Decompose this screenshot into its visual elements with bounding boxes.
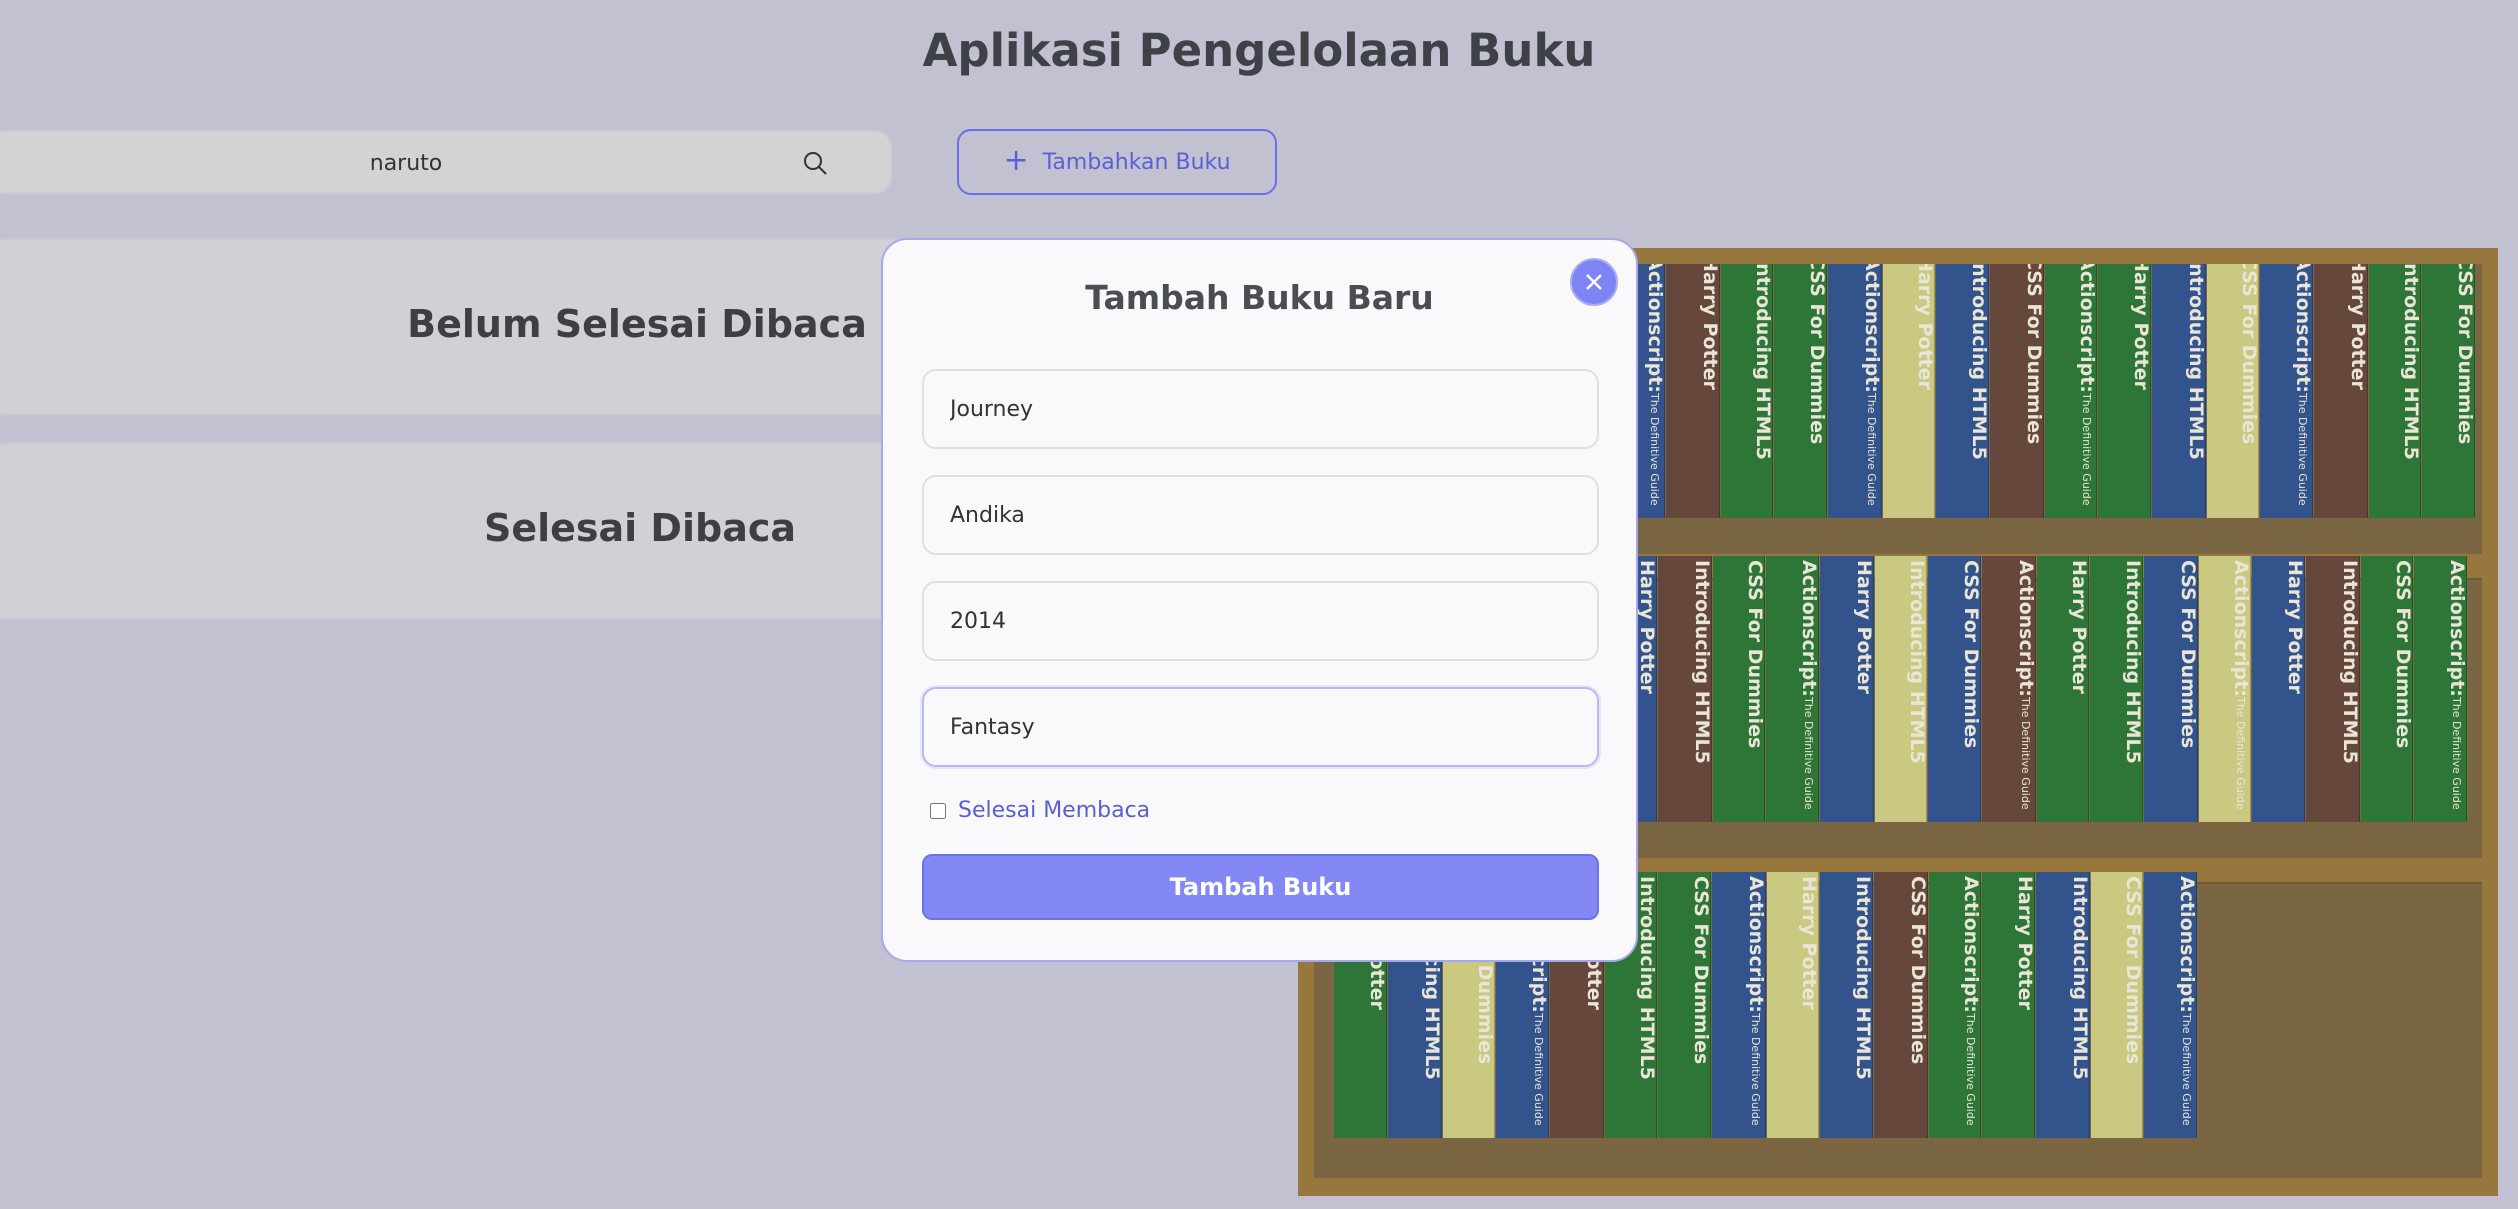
book-spine: CSS For Dummies (2144, 556, 2198, 822)
app-title: Aplikasi Pengelolaan Buku (922, 24, 1596, 77)
book-spine: Introducing HTML5 (1936, 264, 1989, 518)
finished-reading-checkbox[interactable] (930, 802, 946, 819)
modal-title: Tambah Buku Baru (1085, 278, 1434, 317)
book-spine: Introducing HTML5 (1820, 872, 1873, 1138)
search-bar (0, 130, 892, 194)
book-spine: CSS For Dummies (2422, 264, 2475, 518)
book-spine: Harry Potter (2314, 264, 2368, 518)
search-input[interactable] (4, 132, 808, 194)
plus-icon: + (1003, 142, 1029, 178)
book-spine: Actionscript:The Definitive Guide (2260, 264, 2313, 518)
book-spine: CSS For Dummies (1928, 556, 1981, 822)
book-spine: Harry Potter (1982, 872, 2035, 1138)
close-button[interactable] (1570, 258, 1618, 306)
book-spine: CSS For Dummies (2207, 264, 2259, 518)
title-input[interactable] (922, 369, 1599, 449)
finished-reading-label: Selesai Membaca (958, 798, 1151, 823)
add-book-button[interactable]: + Tambahkan Buku (957, 129, 1277, 195)
add-book-label: Tambahkan Buku (1042, 149, 1231, 175)
search-icon[interactable] (802, 150, 828, 176)
book-spine: Actionscript:The Definitive Guide (2199, 556, 2251, 822)
year-input[interactable] (922, 581, 1599, 661)
book-spine: Actionscript:The Definitive Guide (1929, 872, 1981, 1138)
submit-add-book-button[interactable]: Tambah Buku (922, 854, 1599, 920)
add-book-modal: Tambah Buku Baru Selesai Membaca Tambah … (881, 238, 1638, 962)
book-spine: Introducing HTML5 (1658, 556, 1712, 822)
book-spine: Actionscript:The Definitive Guide (1766, 556, 1819, 822)
book-spine: CSS For Dummies (1990, 264, 2044, 518)
book-spine: CSS For Dummies (1774, 264, 1827, 518)
book-spine: Actionscript:The Definitive Guide (2045, 264, 2097, 518)
book-spine: Harry Potter (1820, 556, 1874, 822)
book-spine: Introducing HTML5 (2090, 556, 2143, 822)
book-spine: Actionscript:The Definitive Guide (1828, 264, 1882, 518)
book-spine: Introducing HTML5 (1721, 264, 1773, 518)
genre-input[interactable] (922, 687, 1599, 767)
book-spine: Actionscript:The Definitive Guide (1982, 556, 2036, 822)
book-spine: Actionscript:The Definitive Guide (2414, 556, 2467, 822)
finished-reading-row: Selesai Membaca (930, 798, 1150, 823)
book-spine: Harry Potter (1767, 872, 1819, 1138)
book-spine: CSS For Dummies (1658, 872, 1711, 1138)
author-input[interactable] (922, 475, 1599, 555)
book-spine: CSS For Dummies (2091, 872, 2143, 1138)
book-spine: Harry Potter (2252, 556, 2305, 822)
book-spine: Introducing HTML5 (2036, 872, 2090, 1138)
close-icon (1586, 274, 1602, 290)
book-spine: Actionscript:The Definitive Guide (1712, 872, 1766, 1138)
book-spine: Harry Potter (1883, 264, 1935, 518)
book-spine: Harry Potter (1666, 264, 1720, 518)
book-spine: CSS For Dummies (1874, 872, 1928, 1138)
book-spine: CSS For Dummies (2361, 556, 2413, 822)
book-spine: CSS For Dummies (1713, 556, 1765, 822)
book-spine: Introducing HTML5 (2152, 264, 2206, 518)
book-spine: Introducing HTML5 (1875, 556, 1927, 822)
book-spine: Introducing HTML5 (2369, 264, 2421, 518)
book-spine: Actionscript:The Definitive Guide (2144, 872, 2197, 1138)
book-spine: Harry Potter (2037, 556, 2089, 822)
book-spine: Harry Potter (2098, 264, 2151, 518)
book-spine: Introducing HTML5 (2306, 556, 2360, 822)
